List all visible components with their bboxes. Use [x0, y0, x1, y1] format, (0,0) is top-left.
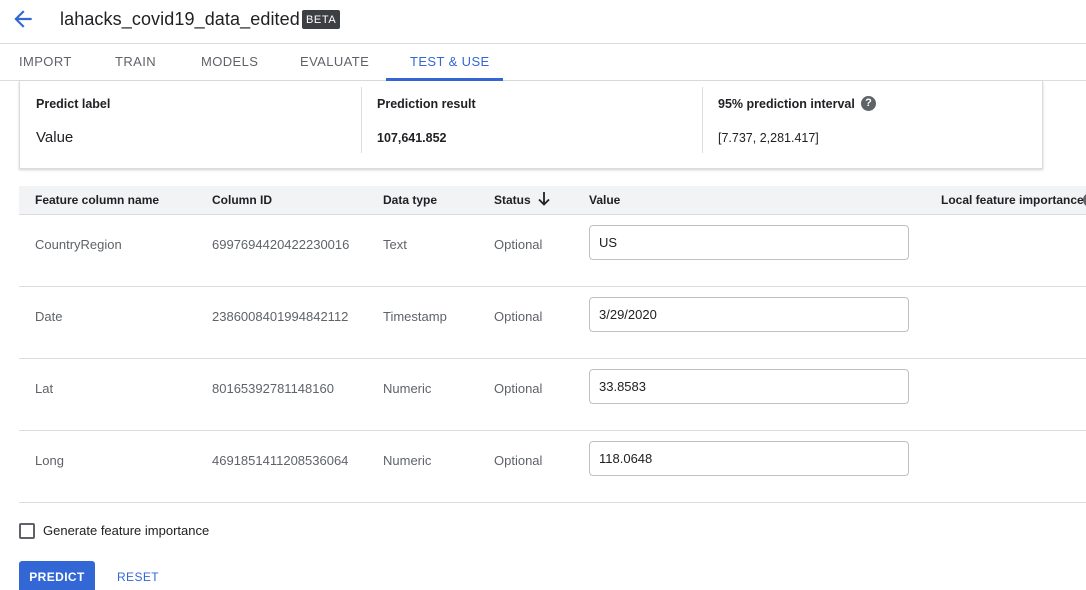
- tab-test-and-use[interactable]: TEST & USE: [410, 54, 490, 69]
- column-header-data-type: Data type: [383, 193, 438, 207]
- tab-bar: IMPORT TRAIN MODELS EVALUATE TEST & USE: [0, 44, 1086, 81]
- prediction-result-header: Prediction result: [377, 97, 476, 111]
- column-header-column-id: Column ID: [212, 193, 272, 207]
- column-id-cell: 6997694420422230016: [212, 237, 350, 252]
- tab-train[interactable]: TRAIN: [115, 54, 156, 69]
- beta-badge: BETA: [302, 10, 341, 29]
- column-id-cell: 4691851411208536064: [212, 453, 349, 468]
- table-row: CountryRegion 6997694420422230016 Text O…: [19, 215, 1086, 287]
- prediction-interval-value: [7.737, 2,281.417]: [718, 131, 819, 145]
- feature-table-header: Feature column name Column ID Data type …: [19, 186, 1086, 215]
- prediction-interval-header: 95% prediction interval: [718, 97, 855, 111]
- feature-name-cell: CountryRegion: [35, 237, 122, 252]
- data-type-cell: Numeric: [383, 453, 432, 468]
- column-header-status[interactable]: Status: [494, 193, 531, 207]
- feature-name-cell: Long: [35, 453, 64, 468]
- column-id-cell: 80165392781148160: [212, 381, 334, 396]
- status-cell: Optional: [494, 381, 543, 396]
- dataset-title: lahacks_covid19_data_edited: [60, 9, 300, 29]
- data-type-cell: Numeric: [383, 381, 432, 396]
- data-type-cell: Text: [383, 237, 407, 252]
- feature-importance-checkbox[interactable]: [19, 523, 35, 539]
- reset-button[interactable]: RESET: [110, 561, 166, 590]
- arrow-downward-icon[interactable]: [537, 191, 551, 207]
- value-input-lat[interactable]: [589, 369, 909, 404]
- tab-models[interactable]: MODELS: [201, 54, 258, 69]
- value-input-countryregion[interactable]: [589, 225, 909, 260]
- feature-importance-label[interactable]: Generate feature importance: [43, 523, 209, 538]
- app-header: lahacks_covid19_data_edited BETA: [0, 0, 1086, 44]
- table-row: Long 4691851411208536064 Numeric Optiona…: [19, 431, 1086, 503]
- predict-label-value: Value: [36, 129, 74, 146]
- column-header-feature-name: Feature column name: [35, 193, 160, 207]
- predict-button[interactable]: PREDICT: [19, 561, 95, 590]
- column-header-local-feature-importance: Local feature importance: [941, 193, 1084, 207]
- tab-import[interactable]: IMPORT: [19, 54, 72, 69]
- feature-name-cell: Date: [35, 309, 63, 324]
- arrow-back-icon[interactable]: [10, 6, 36, 32]
- column-id-cell: 2386008401994842112: [212, 309, 349, 324]
- prediction-result-value: 107,641.852: [377, 131, 447, 145]
- status-cell: Optional: [494, 309, 543, 324]
- column-header-value: Value: [589, 193, 621, 207]
- table-row: Date 2386008401994842112 Timestamp Optio…: [19, 287, 1086, 359]
- tab-evaluate[interactable]: EVALUATE: [300, 54, 369, 69]
- feature-name-cell: Lat: [35, 381, 54, 396]
- value-input-long[interactable]: [589, 441, 909, 476]
- card-divider: [702, 87, 703, 153]
- status-cell: Optional: [494, 453, 543, 468]
- card-divider: [361, 87, 362, 153]
- data-type-cell: Timestamp: [383, 309, 447, 324]
- status-cell: Optional: [494, 237, 543, 252]
- value-input-date[interactable]: [589, 297, 909, 332]
- table-row: Lat 80165392781148160 Numeric Optional: [19, 359, 1086, 431]
- prediction-result-card: Predict label Value Prediction result 10…: [19, 81, 1043, 169]
- predict-label-header: Predict label: [36, 97, 111, 111]
- help-circle-icon[interactable]: ?: [861, 96, 876, 111]
